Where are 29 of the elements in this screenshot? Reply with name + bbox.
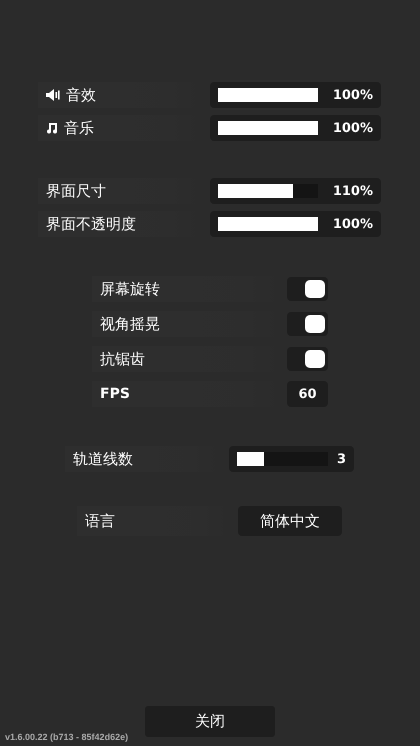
setting-label: 音乐: [64, 118, 94, 138]
toggle-switch[interactable]: [287, 312, 328, 336]
version-text: v1.6.00.22 (b713 - 85f42d62e): [5, 732, 128, 742]
toggle-switch[interactable]: [287, 277, 328, 301]
toggle-switch[interactable]: [287, 347, 328, 371]
track-lines-slider[interactable]: 3: [229, 446, 354, 472]
speaker-icon: [46, 89, 60, 101]
close-button[interactable]: 关闭: [145, 706, 275, 737]
setting-label: 音效: [66, 86, 96, 104]
language-button[interactable]: 简体中文: [238, 506, 342, 536]
setting-label: 语言: [85, 512, 115, 530]
fps-value[interactable]: 60: [287, 381, 328, 407]
slider-value: 110%: [332, 184, 373, 198]
setting-label: FPS: [100, 386, 130, 402]
setting-label: 界面不透明度: [46, 214, 136, 234]
setting-label: 轨道线数: [73, 450, 133, 468]
slider-value: 100%: [332, 88, 373, 102]
slider-value: 100%: [332, 216, 373, 232]
interface-slider[interactable]: 110%: [210, 178, 381, 204]
interface-slider[interactable]: 100%: [210, 211, 381, 237]
setting-label: 屏幕旋转: [100, 280, 160, 298]
setting-label: 抗锯齿: [100, 350, 145, 368]
setting-label: 视角摇晃: [100, 314, 160, 334]
music-note-icon: [46, 122, 58, 134]
volume-slider[interactable]: 100%: [210, 82, 381, 108]
setting-label: 界面尺寸: [46, 182, 106, 200]
volume-slider[interactable]: 100%: [210, 115, 381, 141]
slider-value: 100%: [332, 120, 373, 136]
slider-value: 3: [336, 452, 346, 466]
